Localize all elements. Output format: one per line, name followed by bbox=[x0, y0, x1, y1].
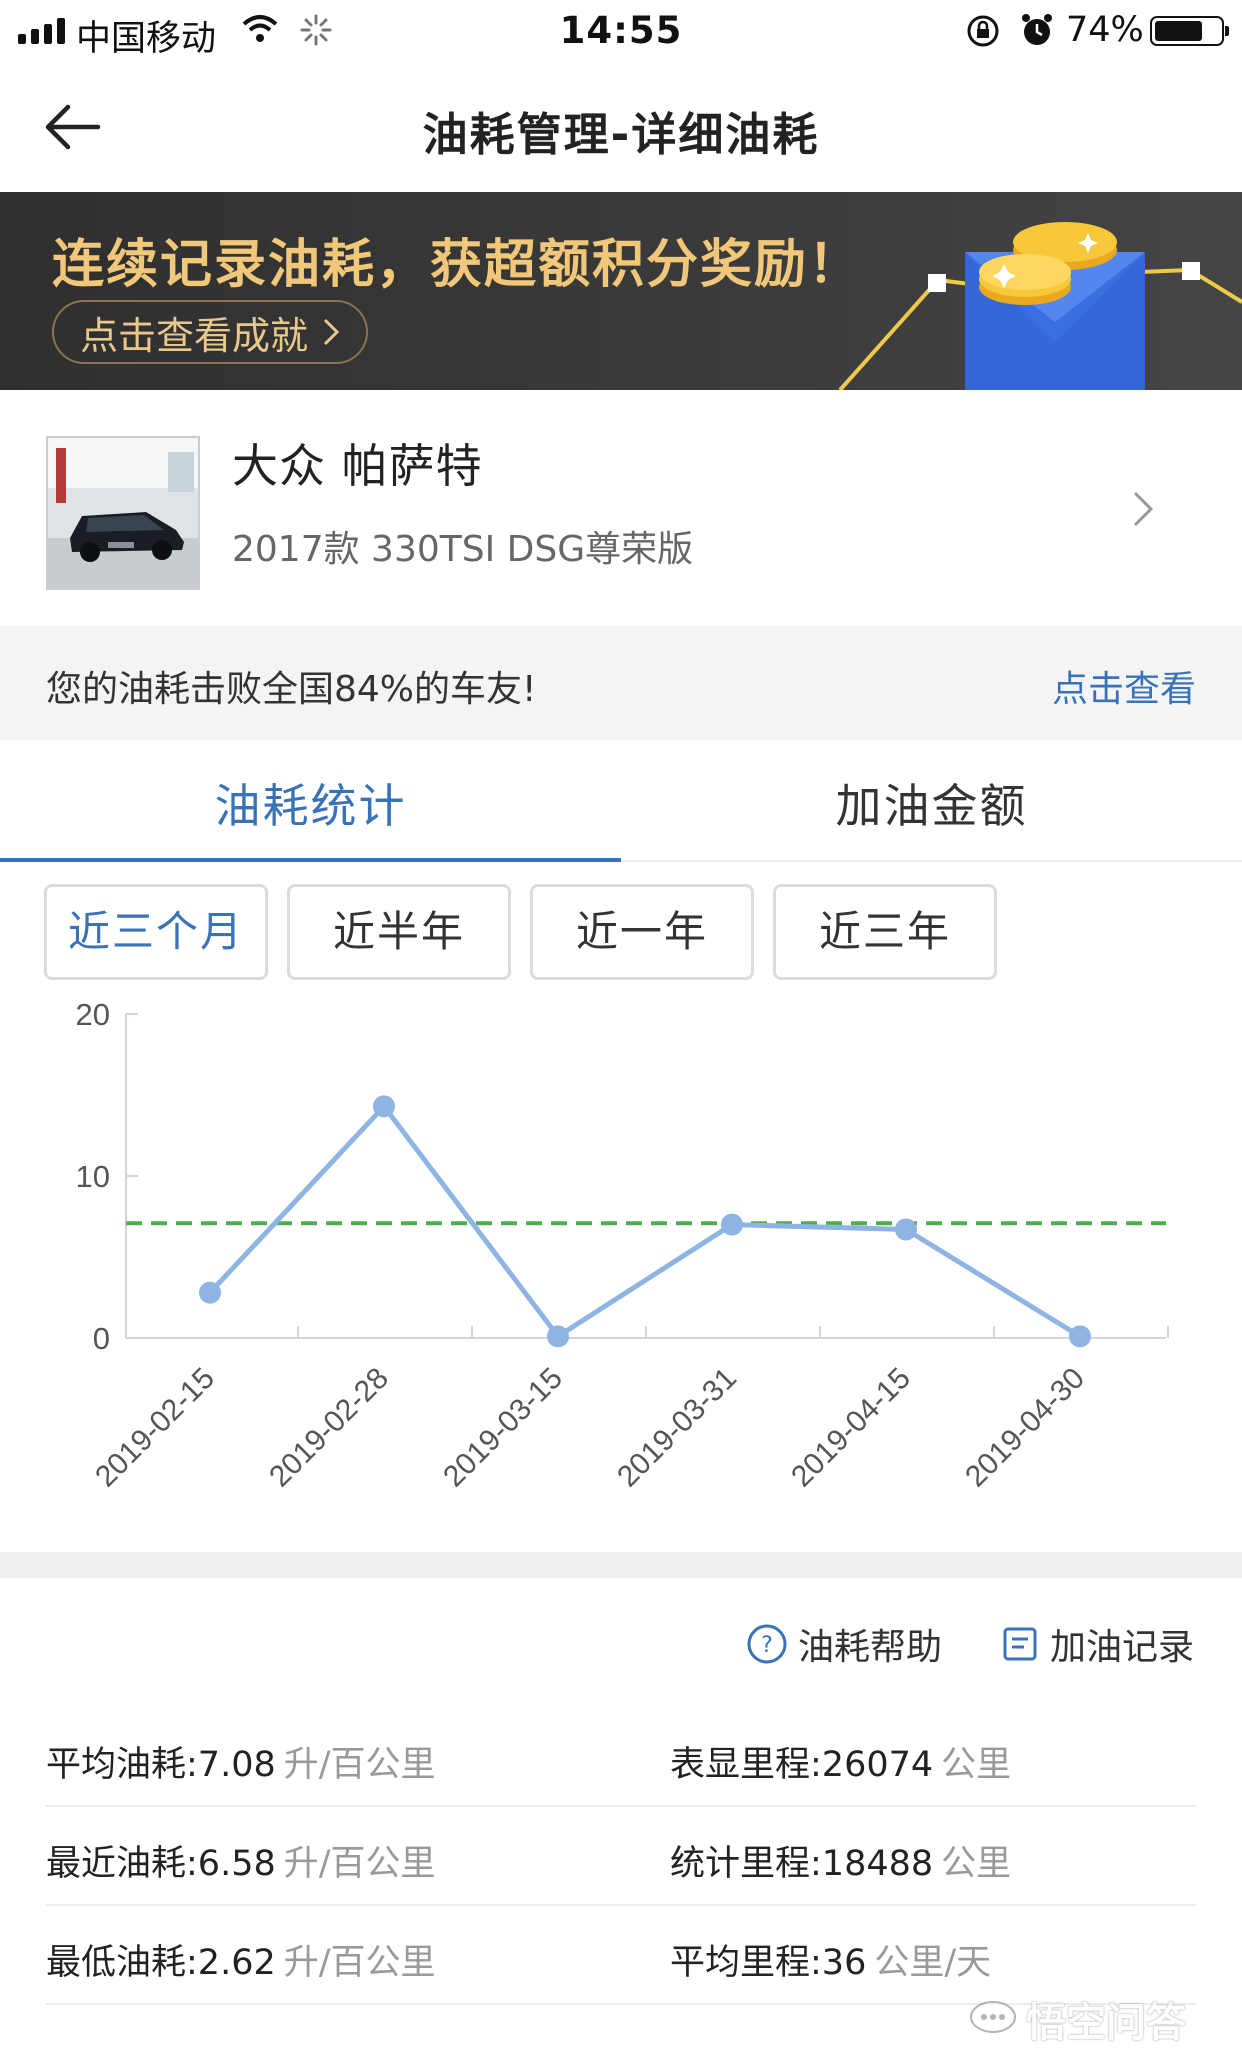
speech-bubble-logo-icon bbox=[970, 2001, 1016, 2033]
odometer-mileage: 表显里程:26074 公里 bbox=[670, 1745, 1012, 1785]
nav-bar: 油耗管理-详细油耗 bbox=[0, 62, 1242, 192]
average-daily-mileage: 平均里程:36 公里/天 bbox=[670, 1943, 992, 1983]
section-divider bbox=[0, 1552, 1242, 1578]
tab-bar: 油耗统计 加油金额 bbox=[0, 740, 1242, 862]
x-tick-label: 2019-04-15 bbox=[785, 1362, 917, 1494]
rotation-lock-icon bbox=[967, 15, 999, 47]
coin-envelope-illustration bbox=[838, 222, 1242, 390]
tab-fuel-stats[interactable]: 油耗统计 bbox=[0, 770, 621, 836]
y-tick-label: 0 bbox=[93, 1321, 110, 1356]
watermark-text: 悟空问答 bbox=[1026, 2000, 1186, 2046]
consumption-point bbox=[721, 1213, 743, 1236]
active-tab-indicator bbox=[0, 858, 621, 862]
battery-icon bbox=[1150, 16, 1229, 46]
consumption-point bbox=[373, 1095, 395, 1118]
status-bar: 中国移动 14:55 74% bbox=[0, 0, 1242, 62]
range-half-year-button[interactable]: 近半年 bbox=[287, 884, 511, 980]
chart-helpers: ? 油耗帮助 加油记录 bbox=[0, 1608, 1242, 1684]
alarm-icon bbox=[1022, 14, 1052, 45]
x-tick-label: 2019-02-15 bbox=[89, 1362, 221, 1494]
consumption-point bbox=[895, 1218, 917, 1241]
watermark: 悟空问答 bbox=[968, 1990, 1186, 2048]
help-icon: ? bbox=[747, 1624, 787, 1664]
view-ranking-link[interactable]: 点击查看 bbox=[1052, 660, 1196, 712]
fuel-stats-table: 平均油耗:7.08 升/百公里 表显里程:26074 公里 最近油耗:6.58 升/百… bbox=[46, 1708, 1196, 2005]
y-tick-label: 10 bbox=[76, 1159, 110, 1194]
range-3-years-button[interactable]: 近三年 bbox=[773, 884, 997, 980]
svg-text:?: ? bbox=[761, 1633, 773, 1658]
tracked-mileage: 统计里程:18488 公里 bbox=[670, 1844, 1012, 1884]
ranking-text: 您的油耗击败全国84%的车友! bbox=[46, 669, 537, 710]
refuel-records-button[interactable]: 加油记录 bbox=[1000, 1618, 1194, 1670]
fuel-help-label: 油耗帮助 bbox=[798, 1627, 943, 1668]
y-tick-label: 20 bbox=[76, 997, 110, 1032]
range-1-year-button[interactable]: 近一年 bbox=[530, 884, 754, 980]
car-name: 大众 帕萨特 bbox=[232, 439, 483, 493]
consumption-point bbox=[547, 1325, 569, 1348]
banner-headline: 连续记录油耗，获超额积分奖励！ bbox=[52, 235, 863, 295]
battery-percent: 74% bbox=[1066, 10, 1144, 50]
tab-fuel-amount[interactable]: 加油金额 bbox=[621, 770, 1242, 836]
x-tick-label: 2019-02-28 bbox=[263, 1362, 395, 1494]
x-tick-label: 2019-04-30 bbox=[959, 1362, 1091, 1494]
car-card[interactable]: 大众 帕萨特 2017款 330TSI DSG尊荣版 bbox=[0, 390, 1242, 626]
average-consumption: 平均油耗:7.08 升/百公里 bbox=[46, 1745, 436, 1785]
x-tick-label: 2019-03-15 bbox=[437, 1362, 569, 1494]
record-list-icon bbox=[1003, 1627, 1037, 1661]
ranking-bar: 您的油耗击败全国84%的车友! 点击查看 bbox=[0, 626, 1242, 740]
chevron-right-icon bbox=[323, 318, 340, 346]
clock: 14:55 bbox=[559, 9, 683, 52]
recent-consumption: 最近油耗:6.58 升/百公里 bbox=[46, 1844, 436, 1884]
page-title: 油耗管理-详细油耗 bbox=[422, 108, 820, 161]
view-achievement-button[interactable]: 点击查看成就 bbox=[52, 300, 369, 364]
consumption-point bbox=[199, 1281, 221, 1304]
chevron-right-icon[interactable] bbox=[1132, 490, 1154, 528]
refuel-records-label: 加油记录 bbox=[1050, 1627, 1195, 1668]
lowest-consumption: 最低油耗:2.62 升/百公里 bbox=[46, 1943, 436, 1983]
stats-row: 平均油耗:7.08 升/百公里 表显里程:26074 公里 bbox=[46, 1708, 1196, 1807]
view-achievement-label: 点击查看成就 bbox=[80, 313, 309, 358]
car-model: 2017款 330TSI DSG尊荣版 bbox=[232, 529, 694, 570]
fuel-help-button[interactable]: ? 油耗帮助 bbox=[746, 1618, 942, 1670]
consumption-point bbox=[1069, 1325, 1091, 1348]
stats-row: 最近油耗:6.58 升/百公里 统计里程:18488 公里 bbox=[46, 1807, 1196, 1906]
range-3-months-button[interactable]: 近三个月 bbox=[44, 884, 268, 980]
x-tick-label: 2019-03-31 bbox=[611, 1362, 743, 1494]
fuel-consumption-chart: 0 10 20 2019-02-15 2019-02-28 2019-03-15 2019… bbox=[76, 997, 1169, 1494]
achievement-banner[interactable]: 连续记录油耗，获超额积分奖励！ 点击查看成就 bbox=[0, 192, 1242, 390]
car-photo bbox=[46, 436, 200, 590]
